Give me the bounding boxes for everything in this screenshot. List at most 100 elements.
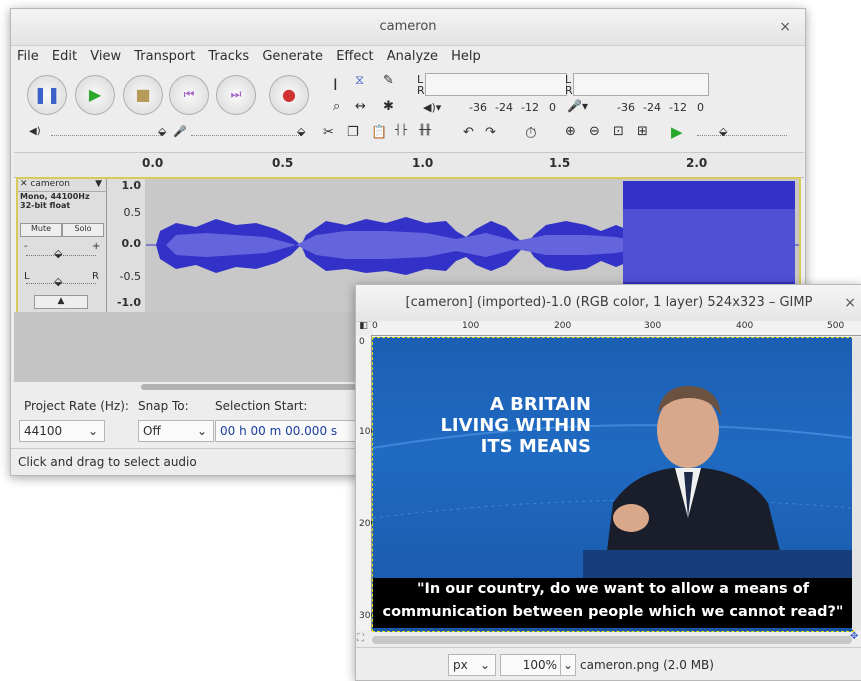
scale-label-0: 0.0 xyxy=(121,237,142,250)
collapse-track-button[interactable]: ▲ xyxy=(34,295,88,309)
horizontal-scrollbar-gimp[interactable] xyxy=(372,636,852,644)
pan-slider-thumb[interactable]: ⬙ xyxy=(54,275,62,288)
track-format-bits: 32-bit float xyxy=(20,201,71,210)
speaker-icon[interactable]: ◀)▾ xyxy=(423,101,441,114)
pan-right-label: R xyxy=(92,271,99,282)
skip-end-icon: ⏭ xyxy=(230,87,242,101)
zoom-dropdown-button[interactable]: ⌄ xyxy=(560,654,576,676)
ruler-label-0: 0.0 xyxy=(142,156,164,170)
record-volume-thumb[interactable]: ⬙ xyxy=(297,125,305,138)
menu-tracks[interactable]: Tracks xyxy=(208,49,249,64)
selection-tool-icon[interactable]: I xyxy=(333,75,338,94)
solo-button[interactable]: Solo xyxy=(62,223,104,237)
trim-icon[interactable]: ┤├ xyxy=(395,125,407,136)
unit-value: px xyxy=(453,658,468,672)
menu-transport[interactable]: Transport xyxy=(134,49,195,64)
play-icon: ▶ xyxy=(88,85,102,104)
selection-start-label: Selection Start: xyxy=(215,399,308,413)
timeshift-tool-icon[interactable]: ↔ xyxy=(355,99,366,114)
menu-help[interactable]: Help xyxy=(451,49,481,64)
horizontal-scrollbar[interactable] xyxy=(141,384,381,390)
navigate-icon[interactable]: ⛶ xyxy=(357,633,371,647)
ruler-label-15: 1.5 xyxy=(549,156,571,170)
fit-selection-icon[interactable]: ⊡ xyxy=(613,124,624,139)
mic-volume-icon: 🎤 xyxy=(173,125,187,138)
selection-start-value: 00 h 00 m 00.000 s xyxy=(220,424,338,438)
selection-start-field[interactable]: 00 h 00 m 00.000 s xyxy=(215,420,361,442)
playback-volume-thumb[interactable]: ⬙ xyxy=(158,125,166,138)
meter-r-label: R xyxy=(417,84,425,97)
record-button[interactable]: ● xyxy=(269,75,309,115)
copy-icon[interactable]: ❐ xyxy=(347,125,359,140)
envelope-tool-icon[interactable]: ⧖ xyxy=(355,73,364,88)
caption-line-1: "In our country, do we want to allow a m… xyxy=(416,581,810,597)
record-icon: ● xyxy=(282,85,296,104)
hruler-500: 500 xyxy=(827,321,845,331)
play-button[interactable]: ▶ xyxy=(75,75,115,115)
playback-meter[interactable] xyxy=(425,73,567,96)
meter-tick-12: -12 xyxy=(521,101,539,114)
stop-button[interactable]: ■ xyxy=(123,75,163,115)
audacity-title: cameron xyxy=(379,19,437,34)
skip-start-button[interactable]: ⏮ xyxy=(169,75,209,115)
track-name-menu[interactable]: cameron xyxy=(30,179,69,189)
playback-volume-slider[interactable] xyxy=(51,135,161,137)
track-control-panel: ✕ cameron ▼ Mono, 44100Hz 32-bit float M… xyxy=(18,179,107,312)
gain-slider-thumb[interactable]: ⬙ xyxy=(54,247,62,260)
play-at-speed-icon[interactable]: ▶ xyxy=(671,123,683,141)
meter2-tick-12: -12 xyxy=(669,101,687,114)
zoom-in-icon[interactable]: ⊕ xyxy=(565,124,576,139)
unit-dropdown[interactable]: px ⌄ xyxy=(448,654,496,676)
meter2-tick-36: -36 xyxy=(617,101,635,114)
undo-icon[interactable]: ↶ xyxy=(463,125,474,140)
track-close-icon[interactable]: ✕ xyxy=(20,179,28,189)
gimp-close-button[interactable]: × xyxy=(844,285,856,321)
menu-file[interactable]: File xyxy=(17,49,39,64)
record-meter[interactable] xyxy=(573,73,709,96)
gimp-status-bar: px ⌄ 100% ⌄ cameron.png (2.0 MB) xyxy=(356,647,861,680)
vertical-ruler[interactable]: 0 100 200 300 xyxy=(356,335,376,631)
multi-tool-icon[interactable]: ✱ xyxy=(383,99,394,114)
project-rate-label: Project Rate (Hz): xyxy=(24,399,129,413)
sync-lock-icon[interactable]: ⏱ xyxy=(525,124,537,142)
mute-button[interactable]: Mute xyxy=(20,223,62,237)
skip-end-button[interactable]: ⏭ xyxy=(216,75,256,115)
timeline-ruler[interactable]: 0.0 0.5 1.0 1.5 2.0 xyxy=(14,152,804,178)
silence-icon[interactable]: ╫╫ xyxy=(419,125,431,136)
pause-button[interactable]: ❚❚ xyxy=(27,75,67,115)
snap-to-dropdown[interactable]: Off ⌄ xyxy=(138,420,214,442)
zoom-value: 100% xyxy=(522,658,557,672)
image-canvas[interactable]: A BRITAIN LIVING WITHIN ITS MEANS "In ou… xyxy=(372,337,854,632)
redo-icon[interactable]: ↷ xyxy=(485,125,496,140)
draw-tool-icon[interactable]: ✎ xyxy=(383,73,394,88)
skip-start-icon: ⏮ xyxy=(183,87,195,101)
gain-minus-label: - xyxy=(24,241,28,252)
audacity-close-button[interactable]: × xyxy=(779,9,791,45)
play-speed-thumb[interactable]: ⬙ xyxy=(719,125,727,138)
slogan-line-2: LIVING WITHIN xyxy=(440,415,591,436)
vertical-scrollbar[interactable] xyxy=(852,337,861,630)
menu-view[interactable]: View xyxy=(90,49,121,64)
menu-generate[interactable]: Generate xyxy=(262,49,323,64)
track-menu-arrow-icon[interactable]: ▼ xyxy=(95,179,102,189)
cut-icon[interactable]: ✂ xyxy=(323,125,334,140)
project-rate-dropdown[interactable]: 44100 ⌄ xyxy=(19,420,105,442)
zoom-fit-icon[interactable]: ✥ xyxy=(850,631,861,645)
quick-mask-icon[interactable]: ◧ xyxy=(356,321,371,335)
zoom-tool-icon[interactable]: ⌕ xyxy=(333,99,340,114)
fit-project-icon[interactable]: ⊞ xyxy=(637,124,648,139)
volume-icon: ◀) xyxy=(29,126,41,137)
horizontal-ruler[interactable]: 0 100 200 300 400 500 xyxy=(372,321,861,336)
menu-analyze[interactable]: Analyze xyxy=(387,49,438,64)
hruler-100: 100 xyxy=(462,321,480,331)
zoom-field[interactable]: 100% xyxy=(500,654,562,676)
menu-effect[interactable]: Effect xyxy=(336,49,373,64)
paste-icon[interactable]: 📋 xyxy=(371,125,387,140)
gimp-titlebar: [cameron] (imported)-1.0 (RGB color, 1 l… xyxy=(356,285,861,322)
play-speed-slider[interactable] xyxy=(697,135,787,137)
record-volume-slider[interactable] xyxy=(191,135,301,137)
menu-edit[interactable]: Edit xyxy=(52,49,77,64)
zoom-out-icon[interactable]: ⊖ xyxy=(589,124,600,139)
microphone-icon[interactable]: 🎤▾ xyxy=(567,99,588,113)
snap-to-label: Snap To: xyxy=(138,399,189,413)
